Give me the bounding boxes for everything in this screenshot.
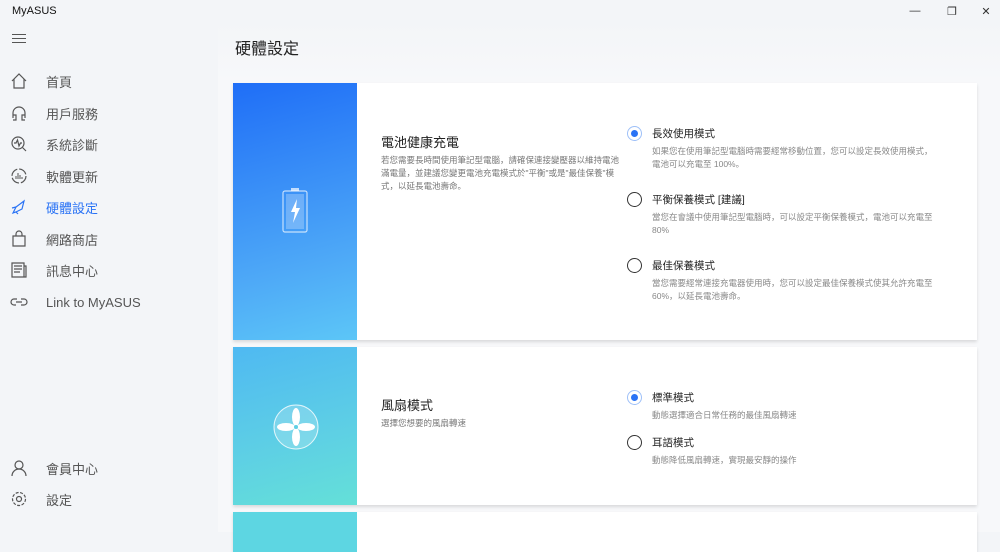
option-description: 當您需要經常連接充電器使用時，您可以設定最佳保養模式使其允許充電至60%，以延長… (652, 278, 933, 301)
sidebar-item-label: 硬體設定 (46, 200, 99, 216)
minimize-button[interactable]: — (895, 0, 935, 22)
option-description: 動態選擇適合日常任務的最佳風扇轉速 (652, 410, 797, 420)
main-content: 硬體設定 電池健康充電 若您需要長時間使用筆記型電腦，請確保連接變壓器以維持電池… (218, 22, 1000, 552)
sidebar-item-store[interactable]: 網路商店 (0, 225, 218, 253)
option-label: 長效使用模式 (652, 128, 715, 140)
radio-button[interactable] (627, 258, 642, 273)
next-settings-card (233, 512, 977, 552)
sidebar-item-label: 軟體更新 (46, 169, 99, 185)
option-description: 當您在會議中使用筆記型電腦時，可以設定平衡保養模式，電池可以充電至 80% (652, 212, 933, 235)
user-icon (11, 460, 27, 477)
card-title: 風扇模式 (381, 398, 434, 413)
battery-charging-card: 電池健康充電 若您需要長時間使用筆記型電腦，請確保連接變壓器以維持電池滿電量，並… (233, 83, 977, 340)
link-icon (10, 298, 28, 306)
fan-mode-card: 風扇模式 選擇您想要的風扇轉速 標準模式 動態選擇適合日常任務的最佳風扇轉速 耳… (233, 347, 977, 505)
update-icon (11, 168, 27, 184)
card-title: 電池健康充電 (381, 135, 460, 150)
sidebar-item-label: Link to MyASUS (46, 294, 141, 310)
sidebar-item-hardware-settings[interactable]: 硬體設定 (0, 193, 218, 221)
page-title: 硬體設定 (235, 41, 300, 58)
sidebar-item-member-center[interactable]: 會員中心 (0, 454, 218, 482)
radio-button[interactable] (627, 192, 642, 207)
option-label: 耳語模式 (652, 437, 694, 449)
option-label: 最佳保養模式 (652, 260, 715, 272)
sidebar-item-label: 設定 (46, 492, 73, 508)
sidebar-item-label: 網路商店 (46, 232, 99, 248)
sidebar-item-label: 系統診斷 (46, 137, 99, 153)
battery-charging-icon (282, 188, 308, 233)
fan-banner (233, 347, 357, 505)
radio-button[interactable] (627, 435, 642, 450)
card-description: 若您需要長時間使用筆記型電腦，請確保連接變壓器以維持電池滿電量，並建議您變更電池… (381, 155, 620, 191)
hamburger-menu-icon[interactable] (12, 34, 26, 46)
sidebar-item-label: 首頁 (46, 74, 73, 90)
sidebar-item-settings[interactable]: 設定 (0, 485, 218, 513)
sidebar-item-label: 會員中心 (46, 461, 99, 477)
sidebar-item-update[interactable]: 軟體更新 (0, 162, 218, 190)
card-description: 選擇您想要的風扇轉速 (381, 418, 467, 428)
sidebar-item-label: 訊息中心 (46, 263, 99, 279)
headset-icon (12, 106, 26, 121)
sidebar-item-link-to-myasus[interactable]: Link to MyASUS (0, 288, 218, 316)
diagnosis-icon (11, 136, 27, 152)
sidebar-item-diagnosis[interactable]: 系統診斷 (0, 130, 218, 158)
sidebar: 首頁 用戶服務 系統診斷 軟體更新 硬體設定 網路商店 訊息中心 Link to… (0, 22, 218, 532)
rocket-icon (11, 199, 25, 215)
option-description: 如果您在使用筆記型電腦時需要經常移動位置，您可以設定長效使用模式，電池可以充電至… (652, 146, 933, 169)
fan-icon (273, 404, 319, 450)
app-title: MyASUS (12, 5, 57, 17)
home-icon (11, 73, 27, 89)
sidebar-item-label: 用戶服務 (46, 106, 99, 122)
sidebar-item-support[interactable]: 用戶服務 (0, 99, 218, 127)
sidebar-item-news[interactable]: 訊息中心 (0, 256, 218, 284)
news-icon (11, 262, 27, 278)
shopping-bag-icon (12, 230, 26, 247)
card-banner (233, 512, 357, 552)
option-label: 平衡保養模式 [建議] (652, 194, 745, 206)
option-label: 標準模式 (652, 392, 694, 404)
title-bar: MyASUS — ❐ ✕ (0, 0, 1000, 22)
radio-button[interactable] (627, 390, 642, 405)
close-button[interactable]: ✕ (966, 0, 1000, 22)
battery-banner (233, 83, 357, 340)
radio-button[interactable] (627, 126, 642, 141)
gear-icon (11, 491, 27, 507)
sidebar-item-home[interactable]: 首頁 (0, 67, 218, 95)
option-description: 動態降低風扇轉速，實現最安靜的操作 (652, 455, 797, 465)
